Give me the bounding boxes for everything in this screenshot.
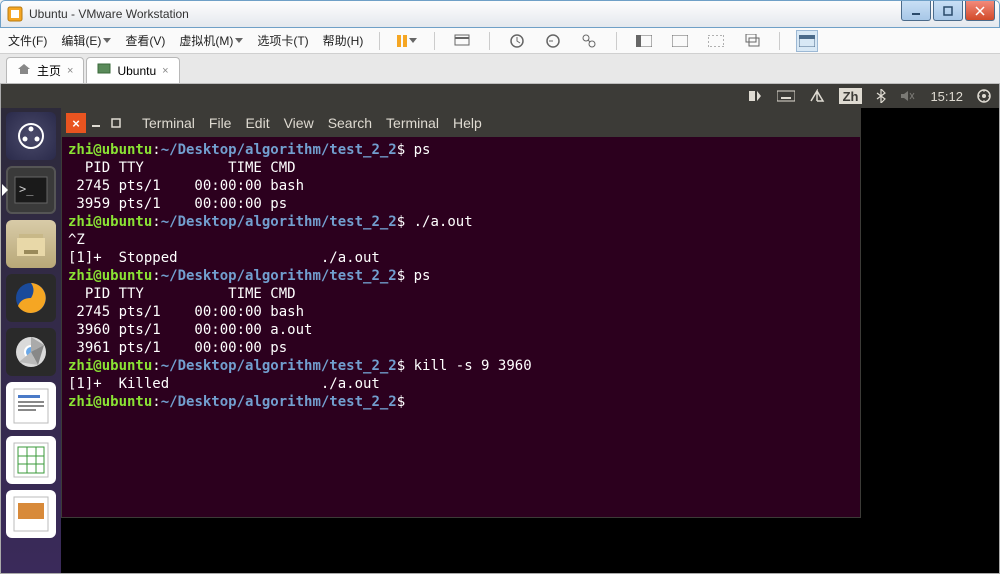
window-titlebar: Ubuntu - VMware Workstation xyxy=(0,0,1000,28)
dash-button[interactable] xyxy=(6,112,56,160)
view-sidebar-button[interactable] xyxy=(633,30,655,52)
maximize-button[interactable] xyxy=(933,1,963,21)
tab-close-icon[interactable]: × xyxy=(162,65,168,77)
ubuntu-top-panel: Zh 15:12 xyxy=(1,84,999,108)
impress-launcher[interactable] xyxy=(6,490,56,538)
terminal-maximize-button[interactable] xyxy=(106,113,126,133)
svg-text:>_: >_ xyxy=(19,182,34,196)
terminal-title: Terminal xyxy=(142,115,195,131)
send-ctrl-alt-del-button[interactable] xyxy=(451,30,473,52)
terminal-close-button[interactable]: × xyxy=(66,113,86,133)
terminal-menu-edit[interactable]: Edit xyxy=(245,115,269,131)
chromium-launcher[interactable] xyxy=(6,328,56,376)
snapshot-manager-button[interactable] xyxy=(578,30,600,52)
keyboard-indicator-icon[interactable] xyxy=(777,89,795,103)
snapshot-button[interactable] xyxy=(506,30,528,52)
volume-indicator-icon[interactable] xyxy=(900,89,916,103)
terminal-window: × Terminal File Edit View Search Termina… xyxy=(61,108,861,518)
files-launcher[interactable] xyxy=(6,220,56,268)
menu-tabs[interactable]: 选项卡(T) xyxy=(257,32,308,49)
vm-icon xyxy=(97,62,111,79)
calc-launcher[interactable] xyxy=(6,436,56,484)
tab-ubuntu[interactable]: Ubuntu × xyxy=(86,57,179,83)
main-menubar: 文件(F) 编辑(E) 查看(V) 虚拟机(M) 选项卡(T) 帮助(H) xyxy=(0,28,1000,54)
tab-strip: 主页 × Ubuntu × xyxy=(0,54,1000,84)
tab-home-label: 主页 xyxy=(37,62,61,79)
menu-vm[interactable]: 虚拟机(M) xyxy=(179,32,243,49)
tab-close-icon[interactable]: × xyxy=(67,65,73,77)
terminal-titlebar[interactable]: × Terminal File Edit View Search Termina… xyxy=(62,109,860,137)
snapshot-revert-button[interactable] xyxy=(542,30,564,52)
terminal-body[interactable]: zhi@ubuntu:~/Desktop/algorithm/test_2_2$… xyxy=(62,137,860,517)
home-icon xyxy=(17,62,31,79)
terminal-launcher[interactable]: >_ xyxy=(6,166,56,214)
fullscreen-button[interactable] xyxy=(705,30,727,52)
terminal-menu-terminal[interactable]: Terminal xyxy=(386,115,439,131)
network-indicator-icon[interactable] xyxy=(809,89,825,103)
unity-launcher: >_ xyxy=(1,108,61,573)
bluetooth-indicator-icon[interactable] xyxy=(876,89,886,103)
session-indicator-icon[interactable] xyxy=(977,89,991,103)
terminal-menu-view[interactable]: View xyxy=(284,115,314,131)
language-indicator[interactable]: Zh xyxy=(839,88,863,104)
menu-help[interactable]: 帮助(H) xyxy=(323,32,364,49)
minimize-button[interactable] xyxy=(901,1,931,21)
vm-display[interactable]: Zh 15:12 >_ × Terminal File Edit View xyxy=(0,84,1000,574)
menu-file[interactable]: 文件(F) xyxy=(8,32,47,49)
terminal-menu-search[interactable]: Search xyxy=(328,115,372,131)
close-button[interactable] xyxy=(965,1,995,21)
firefox-launcher[interactable] xyxy=(6,274,56,322)
writer-launcher[interactable] xyxy=(6,382,56,430)
view-console-button[interactable] xyxy=(669,30,691,52)
menu-edit[interactable]: 编辑(E) xyxy=(61,32,111,49)
window-title: Ubuntu - VMware Workstation xyxy=(29,7,189,21)
pause-button[interactable] xyxy=(396,30,418,52)
tab-home[interactable]: 主页 × xyxy=(6,57,84,83)
clock-indicator[interactable]: 15:12 xyxy=(930,89,963,104)
tab-ubuntu-label: Ubuntu xyxy=(117,64,156,78)
unity-button[interactable] xyxy=(741,30,763,52)
terminal-menu-help[interactable]: Help xyxy=(453,115,482,131)
vmware-icon xyxy=(7,6,23,22)
terminal-minimize-button[interactable] xyxy=(86,113,106,133)
menu-view[interactable]: 查看(V) xyxy=(125,32,165,49)
terminal-menu-file[interactable]: File xyxy=(209,115,232,131)
thumbnail-bar-button[interactable] xyxy=(796,30,818,52)
usb-indicator-icon[interactable] xyxy=(747,89,763,103)
